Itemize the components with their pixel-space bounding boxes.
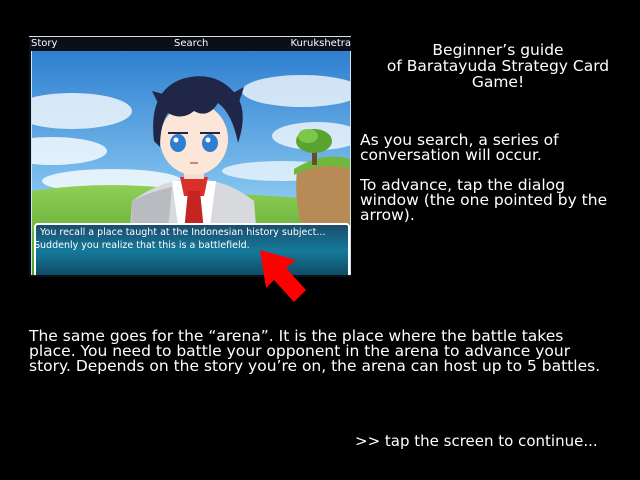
guide-paragraph-2: To advance, tap the dialog window (the o… — [360, 177, 607, 224]
tab-search: Search — [174, 38, 209, 49]
red-arrow-icon — [260, 250, 306, 302]
dialog-line-1: You recall a place taught at the Indones… — [40, 227, 326, 238]
dialog-line-2: Suddenly you realize that this is a batt… — [34, 240, 250, 251]
guide-p3-line-3: story. Depends on the story you’re on, t… — [29, 357, 601, 375]
scene-illustration: You recall a place taught at the Indones… — [31, 51, 351, 275]
guide-paragraph-3: The same goes for the “arena”. It is the… — [29, 328, 629, 375]
guide-paragraph-1: As you search, a series of conversation … — [360, 132, 559, 164]
guide-title: Beginner’s guide of Baratayuda Strategy … — [360, 42, 636, 90]
guide-title-line-1: Beginner’s guide — [432, 41, 564, 59]
tab-story: Story — [31, 38, 58, 49]
game-screenshot: Story Search Kurukshetra You recall a pl… — [29, 36, 351, 277]
continue-prompt[interactable]: >> tap the screen to continue... — [355, 432, 598, 450]
guide-p1-line-2: conversation will occur. — [360, 146, 542, 164]
guide-p2-line-3: arrow). — [360, 206, 415, 224]
guide-title-line-2: of Baratayuda Strategy Card — [386, 57, 610, 75]
screenshot-top-bar: Story Search Kurukshetra — [29, 37, 351, 51]
guide-title-line-3: Game! — [471, 73, 525, 91]
location-label: Kurukshetra — [290, 38, 352, 49]
